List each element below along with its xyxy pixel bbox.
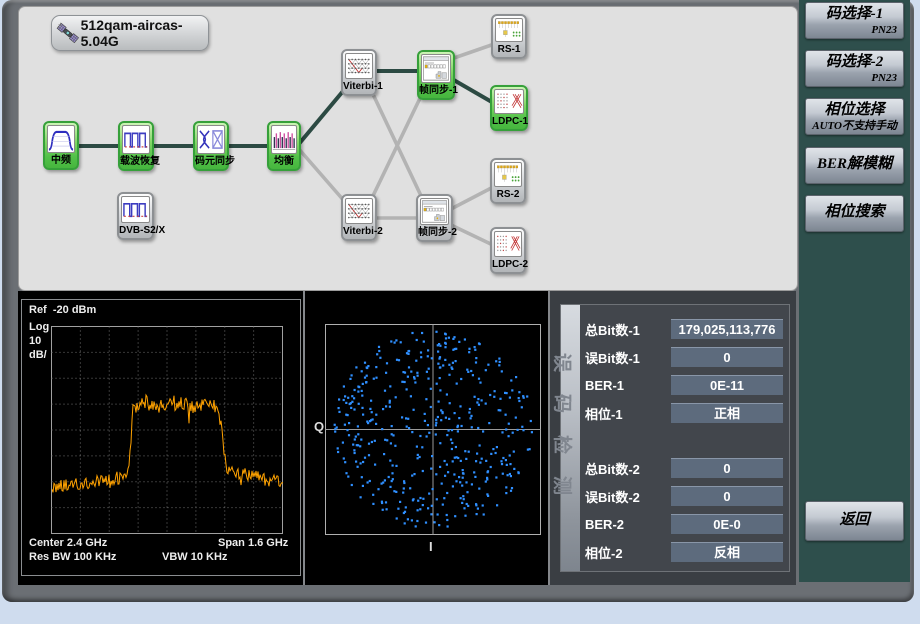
block-rs-2[interactable]: RS-2 xyxy=(490,158,526,204)
sidebar-button-label: BER解模糊 xyxy=(806,148,903,181)
block-label: 载波恢复 xyxy=(120,154,152,169)
ber-row-label: 相位-1 xyxy=(585,404,671,423)
spectrum-analyzer-panel: Ref -20 dBm Log 10 dB/ Center 2.4 GHz Sp… xyxy=(21,299,301,576)
displays-area: Ref -20 dBm Log 10 dB/ Center 2.4 GHz Sp… xyxy=(18,291,796,585)
constellation-plot xyxy=(306,291,548,585)
block-label: 帧同步-2 xyxy=(418,225,451,240)
q-axis-label: Q xyxy=(314,419,324,434)
panel-divider xyxy=(303,291,305,585)
rs-icon xyxy=(495,18,523,42)
block-symbol-sync[interactable]: 码元同步 xyxy=(193,121,229,171)
ber-row-label: BER-2 xyxy=(585,517,671,532)
ber-row-label: BER-1 xyxy=(585,378,671,393)
ber-value-box: 0E-0 xyxy=(671,514,783,534)
rs-icon xyxy=(494,162,522,187)
sidebar-button-label: 相位搜索 xyxy=(806,196,903,229)
ber-value-box: 0 xyxy=(671,458,783,478)
spectrum-center-label: Center 2.4 GHz xyxy=(29,537,107,549)
sidebar-button-phase-search[interactable]: 相位搜索 xyxy=(805,195,904,232)
block-equalizer[interactable]: 均衡 xyxy=(267,121,301,171)
framesync-icon xyxy=(420,198,449,225)
sidebar-button-back[interactable]: 返回 xyxy=(805,501,904,541)
sidebar-button-sublabel: PN23 xyxy=(806,72,903,84)
block-label: LDPC-1 xyxy=(492,114,526,129)
sidebar-button-label: 码选择-2 xyxy=(806,53,903,72)
signal-chain-panel: 中频 载波恢复 码元同步 均衡 DVB-S2/X Viterbi-1 Viterbi-2 帧同… xyxy=(18,6,798,291)
ber-value-box: 反相 xyxy=(671,542,783,562)
sidebar-button-sublabel: AUTO不支持手动 xyxy=(806,120,903,132)
ber-value-box: 0E-11 xyxy=(671,375,783,395)
block-rs-1[interactable]: RS-1 xyxy=(491,14,527,59)
block-ldpc-2[interactable]: LDPC-2 xyxy=(490,227,526,274)
eye-icon xyxy=(197,125,225,154)
spectrum-plot xyxy=(22,300,302,577)
trellis-icon xyxy=(345,198,373,224)
squarewave-icon xyxy=(122,125,150,154)
ber-inner-panel: 误码检测 总Bit数-1179,025,113,776误Bit数-10BER-1… xyxy=(560,304,790,572)
ber-title-strip: 误码检测 xyxy=(561,305,580,571)
ber-row-label: 误Bit数-1 xyxy=(585,348,671,367)
sidebar-button-label: 码选择-1 xyxy=(806,5,903,24)
ber-row-label: 相位-2 xyxy=(585,543,671,562)
block-label: LDPC-2 xyxy=(492,257,524,272)
sidebar-button-phase-select[interactable]: 相位选择AUTO不支持手动 xyxy=(805,98,904,135)
block-label: Viterbi-1 xyxy=(343,79,375,94)
ber-value-box: 0 xyxy=(671,347,783,367)
block-label: 码元同步 xyxy=(195,154,227,169)
sidebar-button-label: 返回 xyxy=(806,502,903,538)
spectrum-vbw-label: VBW 10 KHz xyxy=(162,551,227,563)
block-label: 帧同步-1 xyxy=(419,83,453,98)
ber-row-label: 误Bit数-2 xyxy=(585,487,671,506)
sidebar-button-sublabel: PN23 xyxy=(806,24,903,36)
spectrum-icon xyxy=(47,125,75,153)
block-frame-sync-1[interactable]: 帧同步-1 xyxy=(417,50,455,100)
spectrum-rbw-label: Res BW 100 KHz xyxy=(29,551,116,563)
ber-row: 相位-1正相 xyxy=(585,399,783,427)
block-label: Viterbi-2 xyxy=(343,224,375,239)
spectrum-span-label: Span 1.6 GHz xyxy=(218,537,288,549)
block-viterbi-1[interactable]: Viterbi-1 xyxy=(341,49,377,96)
ber-value-box: 0 xyxy=(671,486,783,506)
squarewave-icon xyxy=(121,196,150,223)
ber-row: 总Bit数-20 xyxy=(585,454,783,482)
ber-row: 总Bit数-1179,025,113,776 xyxy=(585,315,783,343)
block-label: RS-1 xyxy=(493,42,525,57)
block-carrier-recovery[interactable]: 载波恢复 xyxy=(118,121,154,171)
bars-icon xyxy=(271,125,297,154)
block-label: DVB-S2/X xyxy=(119,223,152,238)
app-window: 中频 载波恢复 码元同步 均衡 DVB-S2/X Viterbi-1 Viterbi-2 帧同… xyxy=(2,0,914,602)
sidebar-button-label: 相位选择 xyxy=(806,101,903,120)
ldpc-icon xyxy=(494,231,522,257)
ber-row: 误Bit数-20 xyxy=(585,482,783,510)
framesync-icon xyxy=(421,54,451,83)
ldpc-icon xyxy=(494,89,524,114)
block-if[interactable]: 中频 xyxy=(43,121,79,170)
ber-panel: 误码检测 总Bit数-1179,025,113,776误Bit数-10BER-1… xyxy=(550,291,796,585)
constellation-panel: Q I xyxy=(306,291,548,585)
sidebar-button-code-select-1[interactable]: 码选择-1PN23 xyxy=(805,2,904,39)
ber-value-box: 179,025,113,776 xyxy=(671,319,783,339)
i-axis-label: I xyxy=(429,539,433,554)
screen: 中频 载波恢复 码元同步 均衡 DVB-S2/X Viterbi-1 Viterbi-2 帧同… xyxy=(0,0,920,624)
block-viterbi-2[interactable]: Viterbi-2 xyxy=(341,194,377,241)
block-label: 中频 xyxy=(45,153,77,168)
ber-row-label: 总Bit数-2 xyxy=(585,459,671,478)
block-ldpc-1[interactable]: LDPC-1 xyxy=(490,85,528,131)
ber-panel-title: 误码检测 xyxy=(550,353,577,517)
trellis-icon xyxy=(345,53,373,79)
block-dvb-s2x[interactable]: DVB-S2/X xyxy=(117,192,154,240)
ber-row: BER-20E-0 xyxy=(585,510,783,538)
sidebar-button-ber-deambiguity[interactable]: BER解模糊 xyxy=(805,147,904,184)
sidebar-button-code-select-2[interactable]: 码选择-2PN23 xyxy=(805,50,904,87)
ber-row-label: 总Bit数-1 xyxy=(585,320,671,339)
block-frame-sync-2[interactable]: 帧同步-2 xyxy=(416,194,453,242)
block-label: 均衡 xyxy=(269,154,299,169)
ber-row: 误Bit数-10 xyxy=(585,343,783,371)
ber-row: 相位-2反相 xyxy=(585,538,783,566)
ber-value-box: 正相 xyxy=(671,403,783,423)
ber-row: BER-10E-11 xyxy=(585,371,783,399)
sidebar: 码选择-1PN23码选择-2PN23相位选择AUTO不支持手动BER解模糊相位搜… xyxy=(799,0,910,582)
block-label: RS-2 xyxy=(492,187,524,202)
